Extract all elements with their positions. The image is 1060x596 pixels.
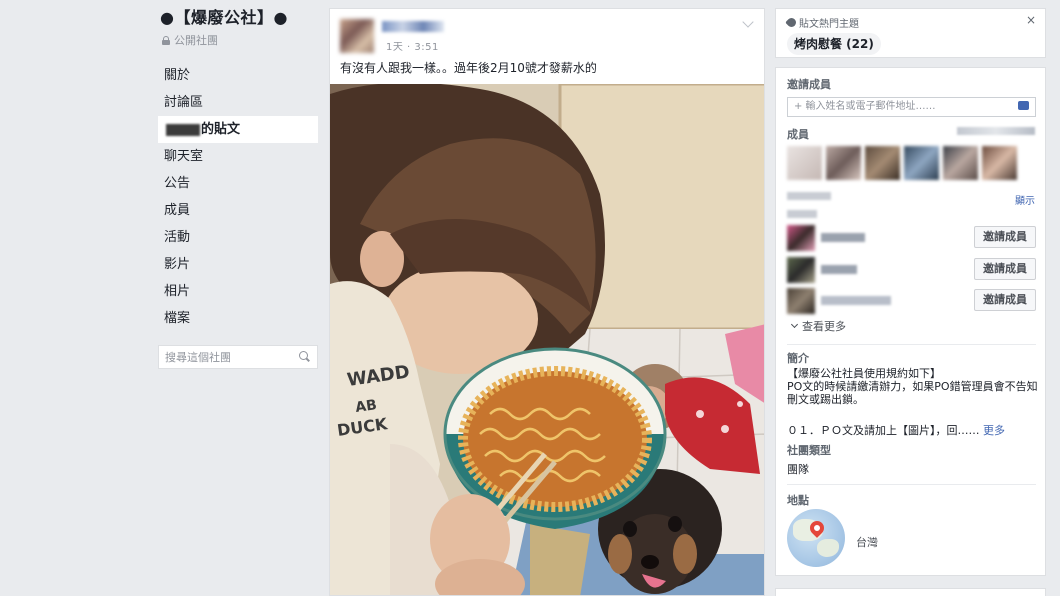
suggested-avatar[interactable]	[787, 225, 815, 251]
group-title[interactable]: ●【爆廢公社】●	[160, 4, 321, 28]
suggested-name[interactable]	[821, 265, 857, 274]
suggested-name[interactable]	[821, 296, 891, 305]
suggestions-sub	[787, 210, 817, 218]
nav-item-videos[interactable]: 影片	[156, 251, 321, 278]
post-header: 1天 · 3:51	[330, 9, 764, 53]
group-privacy: 公開社團	[162, 32, 321, 48]
chevron-down-icon	[790, 320, 799, 329]
topic-tag[interactable]: 烤肉慰餐 (22)	[787, 33, 881, 55]
trending-topics-title: 貼文熱門主題	[785, 15, 859, 30]
nav-item-members[interactable]: 成員	[156, 197, 321, 224]
nav-item-member-posts-label: 的貼文	[201, 122, 241, 137]
group-search-input[interactable]	[159, 346, 289, 369]
member-avatar[interactable]	[904, 146, 939, 180]
group-info-card: 邀請成員 + 輸入姓名或電子郵件地址…… 成員 顯示 邀請成員 邀請成員 邀請成…	[775, 67, 1046, 576]
post-text: 有沒有人跟我一樣。。過年後2月10號才發薪水的	[340, 61, 597, 75]
suggested-avatar[interactable]	[787, 257, 815, 283]
member-avatar[interactable]	[865, 146, 900, 180]
divider	[787, 484, 1036, 485]
member-avatar[interactable]	[787, 146, 822, 180]
svg-text:AB: AB	[354, 397, 378, 416]
tag-icon	[785, 16, 798, 29]
invite-member-button[interactable]: 邀請成員	[974, 258, 1036, 280]
intro-text: 【爆廢公社社員使用規約如下】 PO文的時候請繳清辦力，如果PO錯管理員會不告知刪…	[787, 367, 1038, 406]
invite-member-button[interactable]: 邀請成員	[974, 289, 1036, 311]
divider	[787, 344, 1036, 345]
member-thumbnails	[787, 146, 1021, 180]
see-more-label: 查看更多	[802, 320, 846, 333]
redacted-name	[166, 123, 200, 136]
close-icon[interactable]: ×	[1026, 13, 1036, 27]
nav-item-files[interactable]: 檔案	[156, 305, 321, 332]
location-name[interactable]: 台灣	[856, 534, 878, 550]
photo-illustration: WADD AB DUCK	[330, 84, 764, 595]
trending-topics-card: 貼文熱門主題 × 烤肉慰餐 (22)	[775, 8, 1046, 58]
suggested-member-row: 邀請成員	[787, 288, 1036, 316]
member-avatar[interactable]	[943, 146, 978, 180]
author-name[interactable]	[382, 21, 444, 32]
group-type-value: 團隊	[787, 463, 809, 476]
contacts-icon[interactable]	[1018, 101, 1029, 110]
location-title: 地點	[787, 494, 809, 507]
intro-excerpt-text: ０１．ＰＯ文及請加上【圖片】，回……	[787, 424, 980, 437]
suggested-avatar[interactable]	[787, 288, 815, 314]
nav-item-discussion[interactable]: 討論區	[156, 89, 321, 116]
search-icon[interactable]	[299, 351, 309, 361]
suggested-name[interactable]	[821, 233, 865, 242]
member-avatar[interactable]	[982, 146, 1017, 180]
intro-excerpt: ０１．ＰＯ文及請加上【圖片】，回…… 更多	[787, 422, 1039, 438]
post-timestamp[interactable]: 1天 · 3:51	[386, 38, 439, 53]
intro-title: 簡介	[787, 352, 809, 365]
nav-item-events[interactable]: 活動	[156, 224, 321, 251]
nav-item-photos[interactable]: 相片	[156, 278, 321, 305]
group-sidebar: ●【爆廢公社】● 公開社團 關於 討論區 的貼文 聊天室 公告 成員 活動 影片…	[156, 0, 321, 369]
location-map[interactable]	[787, 509, 845, 567]
post-card: 1天 · 3:51 有沒有人跟我一樣。。過年後2月10號才發薪水的 WADD A…	[329, 8, 765, 596]
chevron-down-icon[interactable]	[742, 16, 754, 28]
nav-item-member-posts[interactable]: 的貼文	[158, 116, 318, 143]
members-title: 成員	[787, 128, 809, 141]
lock-icon	[162, 35, 170, 45]
suggested-member-row: 邀請成員	[787, 257, 1036, 285]
next-card	[775, 588, 1046, 596]
invite-member-button[interactable]: 邀請成員	[974, 226, 1036, 248]
map-pin-icon	[807, 518, 827, 538]
nav-item-chat[interactable]: 聊天室	[156, 143, 321, 170]
nav-item-announcements[interactable]: 公告	[156, 170, 321, 197]
member-count	[957, 127, 1035, 135]
group-type-title: 社團類型	[787, 444, 831, 457]
suggested-member-row: 邀請成員	[787, 225, 1036, 253]
suggestions-label	[787, 192, 831, 200]
author-avatar[interactable]	[340, 19, 374, 53]
post-photo[interactable]: WADD AB DUCK	[330, 84, 764, 595]
intro-more-link[interactable]: 更多	[983, 424, 1005, 437]
nav-item-about[interactable]: 關於	[156, 62, 321, 89]
group-nav: 關於 討論區 的貼文 聊天室 公告 成員 活動 影片 相片 檔案	[156, 62, 321, 332]
see-more-button[interactable]: 查看更多	[790, 318, 846, 334]
see-all-link[interactable]: 顯示	[1015, 192, 1035, 207]
trending-topics-label: 貼文熱門主題	[799, 19, 859, 30]
group-search	[158, 345, 318, 369]
invite-title: 邀請成員	[787, 78, 831, 91]
invite-input[interactable]: + 輸入姓名或電子郵件地址……	[787, 97, 1036, 117]
member-avatar[interactable]	[826, 146, 861, 180]
group-privacy-label: 公開社團	[174, 34, 218, 47]
